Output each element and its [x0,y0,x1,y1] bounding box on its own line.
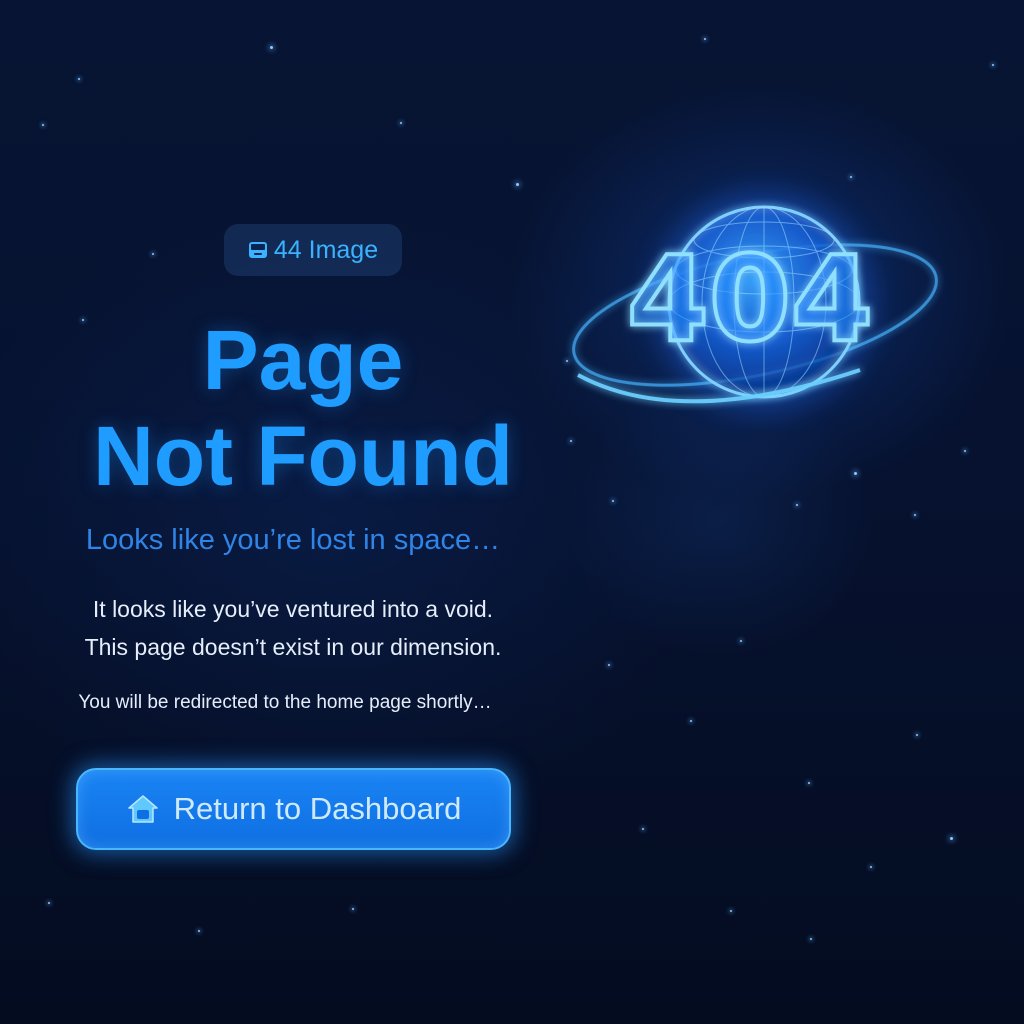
planet-icon: 404 [572,192,938,412]
page-title: Page Not Found [60,312,546,504]
badge-label: 44 Image [273,235,379,264]
redirect-notice: You will be redirected to the home page … [78,692,492,713]
image-badge: 44 Image [224,224,402,276]
page-title-line-1: Page [202,313,404,407]
description-line-1: It looks like you’ve ventured into a voi… [92,596,494,622]
image-icon [248,242,267,258]
page-subtitle: Looks like you’re lost in space… [85,524,501,556]
page-description: It looks like you’ve ventured into a voi… [30,590,556,666]
return-to-dashboard-label: Return to Dashboard [173,791,462,826]
home-icon [127,795,158,823]
illustration-404-text: 404 [627,230,873,368]
return-to-dashboard-button[interactable]: Return to Dashboard [76,768,511,850]
page-title-line-2: Not Found [93,409,513,503]
not-found-page: 44 Image Page Not Found Looks like you’r… [0,0,1024,1024]
description-line-2: This page doesn’t exist in our dimension… [84,634,502,660]
